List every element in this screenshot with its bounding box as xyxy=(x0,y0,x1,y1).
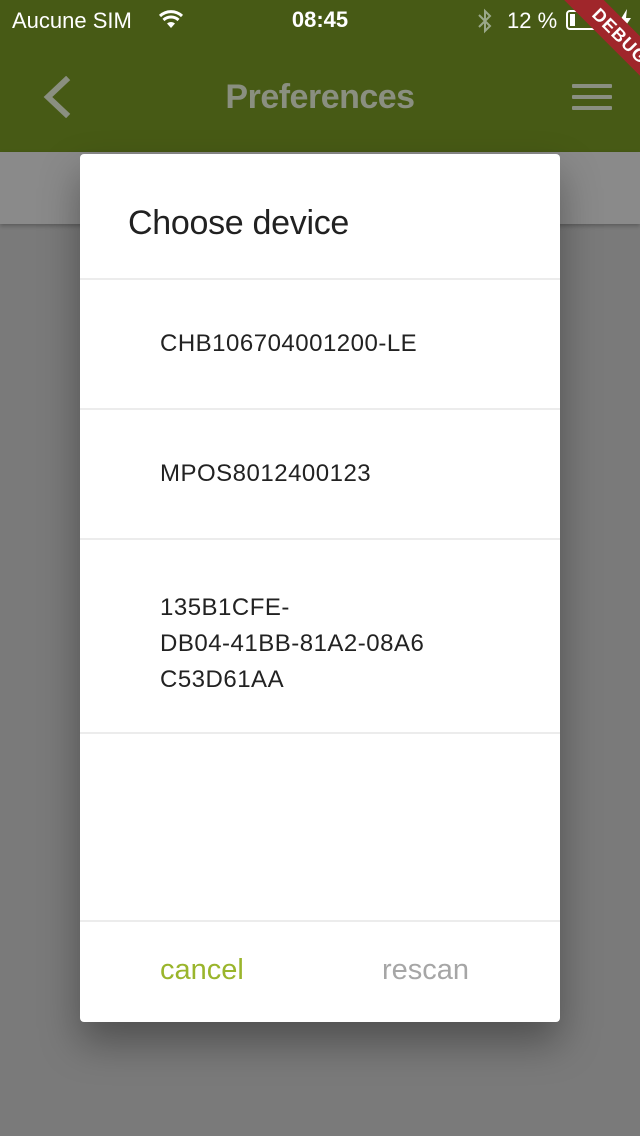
choose-device-dialog: Choose device CHB106704001200-LE MPOS801… xyxy=(80,154,560,1022)
rescan-button[interactable]: rescan xyxy=(382,954,469,987)
dialog-actions: cancel rescan xyxy=(80,922,560,1022)
debug-banner-container: DEBUG xyxy=(540,0,640,100)
device-label: MPOS8012400123 xyxy=(160,460,372,487)
cancel-button[interactable]: cancel xyxy=(160,954,244,987)
device-label: 135B1CFE- DB04-41BB-81A2-08A6 C53D61AA xyxy=(160,594,425,693)
bluetooth-icon xyxy=(478,8,492,34)
dialog-title: Choose device xyxy=(128,204,350,242)
divider xyxy=(80,732,560,734)
device-option-3[interactable]: 135B1CFE- DB04-41BB-81A2-08A6 C53D61AA xyxy=(80,540,560,732)
device-label: CHB106704001200-LE xyxy=(160,330,418,357)
debug-banner: DEBUG xyxy=(560,0,640,96)
device-option-2[interactable]: MPOS8012400123 xyxy=(80,410,560,538)
device-option-1[interactable]: CHB106704001200-LE xyxy=(80,280,560,408)
